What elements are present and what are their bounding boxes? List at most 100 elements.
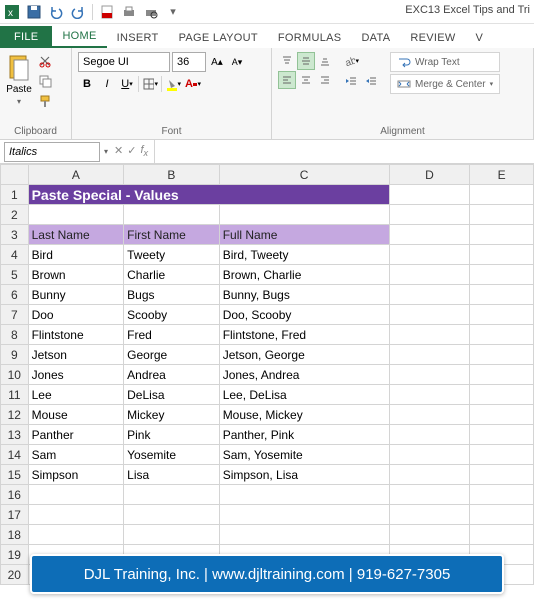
row-header[interactable]: 19 <box>1 545 29 565</box>
cell[interactable] <box>28 205 124 225</box>
cell[interactable] <box>470 465 534 485</box>
tab-formulas[interactable]: FORMULAS <box>268 28 352 48</box>
cell[interactable] <box>389 205 470 225</box>
row-header[interactable]: 1 <box>1 185 29 205</box>
cell[interactable]: Tweety <box>124 245 220 265</box>
cell[interactable]: Bunny, Bugs <box>219 285 389 305</box>
row-header[interactable]: 7 <box>1 305 29 325</box>
cell[interactable]: Panther <box>28 425 124 445</box>
cell[interactable]: Fred <box>124 325 220 345</box>
cell[interactable] <box>389 525 470 545</box>
cell[interactable]: Scooby <box>124 305 220 325</box>
align-center-icon[interactable] <box>297 71 315 89</box>
cell[interactable]: Lee <box>28 385 124 405</box>
tab-insert[interactable]: INSERT <box>107 28 169 48</box>
cell[interactable] <box>124 205 220 225</box>
cell[interactable] <box>470 225 534 245</box>
col-header-D[interactable]: D <box>389 165 470 185</box>
font-size-select[interactable] <box>172 52 206 72</box>
cell[interactable]: Mouse <box>28 405 124 425</box>
decrease-indent-icon[interactable] <box>342 72 360 90</box>
cell[interactable] <box>470 405 534 425</box>
cell[interactable]: Yosemite <box>124 445 220 465</box>
fx-icon[interactable]: fx <box>140 144 148 158</box>
formula-bar[interactable] <box>154 140 534 163</box>
cell[interactable] <box>389 245 470 265</box>
row-header[interactable]: 20 <box>1 565 29 585</box>
cell[interactable] <box>389 465 470 485</box>
cell[interactable] <box>28 505 124 525</box>
cell[interactable]: Lee, DeLisa <box>219 385 389 405</box>
cell[interactable]: Jones, Andrea <box>219 365 389 385</box>
cell[interactable] <box>389 485 470 505</box>
orientation-icon[interactable]: ab▾ <box>342 52 360 70</box>
cell[interactable]: Mickey <box>124 405 220 425</box>
align-bottom-icon[interactable] <box>316 52 334 70</box>
cell[interactable] <box>470 385 534 405</box>
row-header[interactable]: 11 <box>1 385 29 405</box>
align-right-icon[interactable] <box>316 71 334 89</box>
cell[interactable] <box>470 285 534 305</box>
cell[interactable] <box>389 325 470 345</box>
cell[interactable]: Mouse, Mickey <box>219 405 389 425</box>
cell[interactable] <box>389 505 470 525</box>
cell[interactable] <box>470 505 534 525</box>
row-header[interactable]: 16 <box>1 485 29 505</box>
cell[interactable]: Flintstone <box>28 325 124 345</box>
row-header[interactable]: 10 <box>1 365 29 385</box>
row-header[interactable]: 5 <box>1 265 29 285</box>
cell[interactable]: Bird <box>28 245 124 265</box>
cell[interactable]: Sam <box>28 445 124 465</box>
font-name-select[interactable] <box>78 52 170 72</box>
cell[interactable] <box>28 485 124 505</box>
select-all-corner[interactable] <box>1 165 29 185</box>
cell[interactable] <box>124 505 220 525</box>
row-header[interactable]: 8 <box>1 325 29 345</box>
cell[interactable]: Jones <box>28 365 124 385</box>
printpreview-icon[interactable] <box>143 4 159 20</box>
cell[interactable]: George <box>124 345 220 365</box>
chevron-down-icon[interactable]: ▾ <box>165 4 181 20</box>
cell[interactable] <box>124 525 220 545</box>
cell[interactable]: Jetson, George <box>219 345 389 365</box>
mergecenter-button[interactable]: Merge & Center▾ <box>390 74 500 94</box>
cell[interactable] <box>389 445 470 465</box>
row-header[interactable]: 18 <box>1 525 29 545</box>
wraptext-button[interactable]: Wrap Text <box>390 52 500 72</box>
copy-icon[interactable] <box>36 72 54 90</box>
row-header[interactable]: 2 <box>1 205 29 225</box>
cell[interactable] <box>470 485 534 505</box>
cell-header[interactable]: First Name <box>124 225 220 245</box>
tab-review[interactable]: REVIEW <box>400 28 465 48</box>
cell[interactable] <box>389 305 470 325</box>
row-header[interactable]: 3 <box>1 225 29 245</box>
cell-header[interactable]: Last Name <box>28 225 124 245</box>
cell[interactable] <box>470 245 534 265</box>
tab-view[interactable]: V <box>466 28 494 48</box>
row-header[interactable]: 17 <box>1 505 29 525</box>
decrease-font-icon[interactable]: A▾ <box>228 53 246 71</box>
redo-icon[interactable] <box>70 4 86 20</box>
row-header[interactable]: 13 <box>1 425 29 445</box>
cell[interactable]: Jetson <box>28 345 124 365</box>
cell[interactable] <box>470 445 534 465</box>
cell[interactable] <box>219 205 389 225</box>
cell[interactable] <box>470 325 534 345</box>
row-header[interactable]: 12 <box>1 405 29 425</box>
cell[interactable]: Simpson, Lisa <box>219 465 389 485</box>
cancel-formula-icon[interactable]: ✕ <box>114 144 123 158</box>
font-color-icon[interactable]: A▾ <box>184 75 202 93</box>
tab-home[interactable]: HOME <box>52 26 106 48</box>
row-header[interactable]: 6 <box>1 285 29 305</box>
row-header[interactable]: 4 <box>1 245 29 265</box>
tab-file[interactable]: FILE <box>0 26 52 48</box>
cell[interactable] <box>219 525 389 545</box>
col-header-B[interactable]: B <box>124 165 220 185</box>
cell[interactable] <box>470 265 534 285</box>
cell[interactable] <box>219 485 389 505</box>
col-header-A[interactable]: A <box>28 165 124 185</box>
cell[interactable] <box>389 285 470 305</box>
cell[interactable]: Doo, Scooby <box>219 305 389 325</box>
cell[interactable] <box>389 405 470 425</box>
cell[interactable]: Brown <box>28 265 124 285</box>
